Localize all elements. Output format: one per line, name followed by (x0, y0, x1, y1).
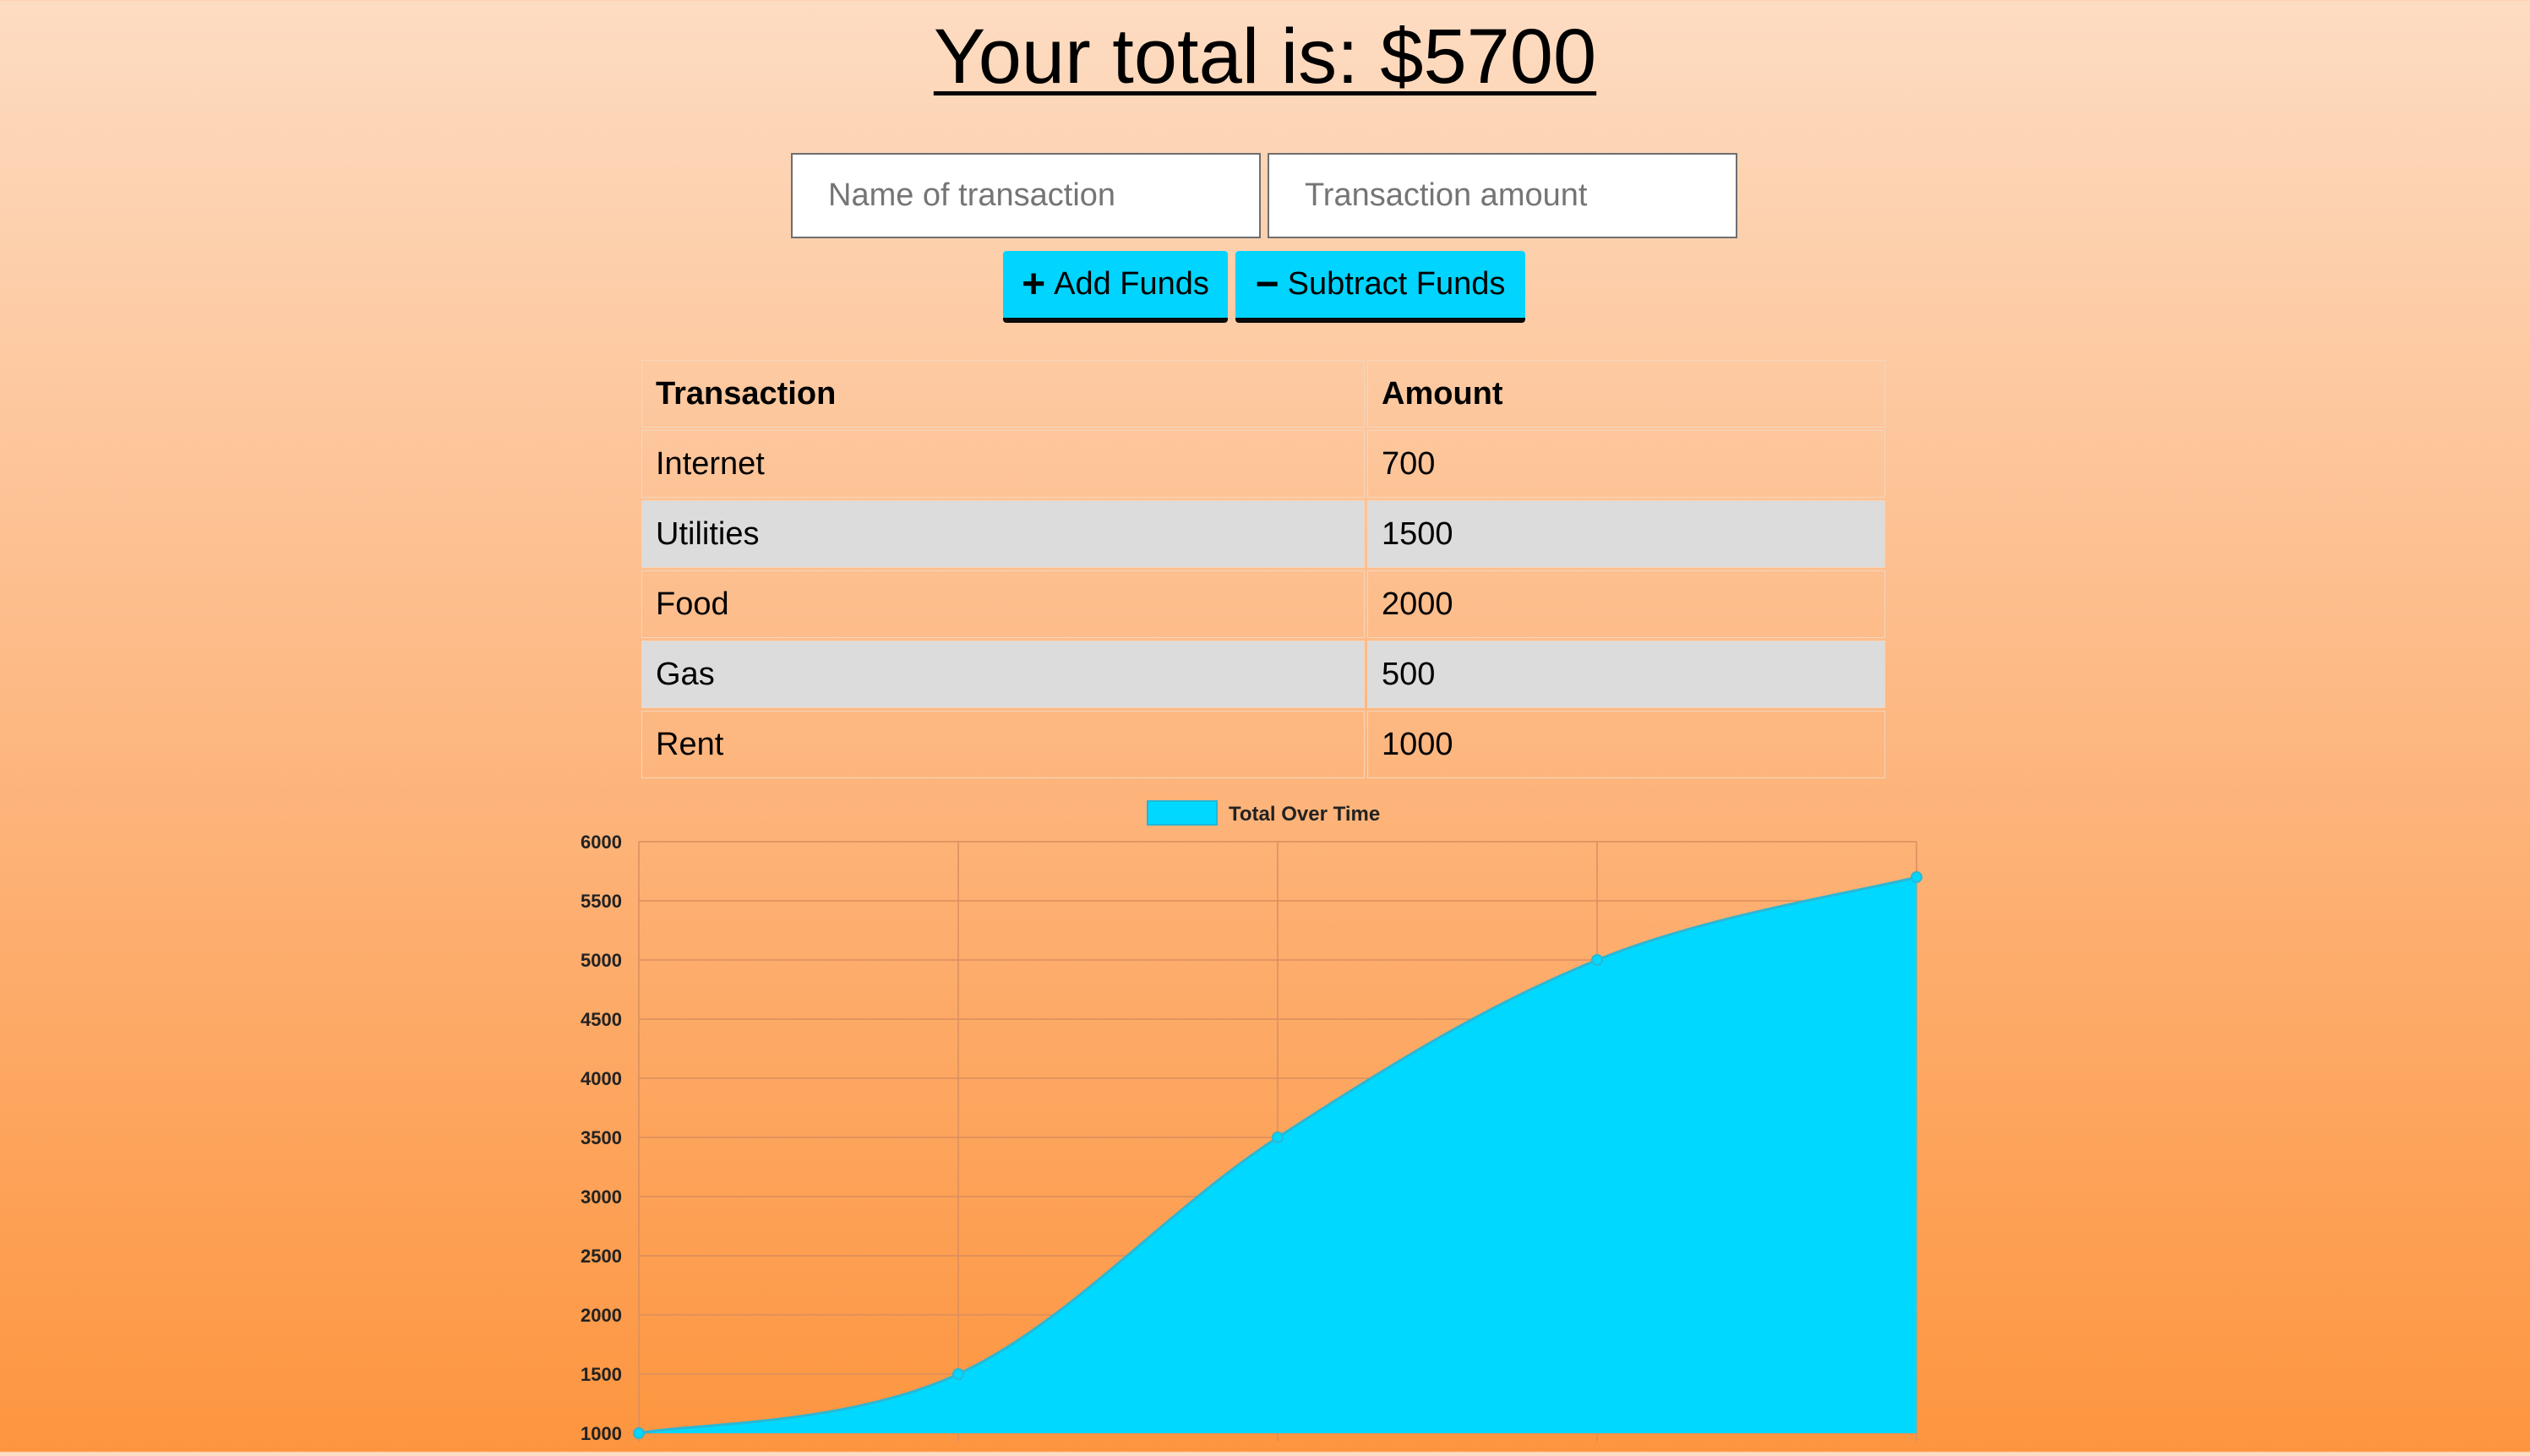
transaction-amount-cell: 700 (1367, 430, 1885, 498)
transaction-amount-cell: 2000 (1367, 570, 1885, 638)
transaction-amount-cell: 1500 (1367, 500, 1885, 568)
transaction-name-cell: Food (641, 570, 1365, 638)
y-tick-label: 5500 (581, 891, 622, 912)
add-funds-button[interactable]: + Add Funds (1003, 251, 1228, 323)
y-tick-label: 1500 (581, 1364, 622, 1385)
legend-label: Total Over Time (1229, 803, 1380, 826)
table-header-row: Transaction Amount (641, 360, 1885, 428)
minus-icon: − (1255, 261, 1279, 307)
chart-y-axis: 6000 5500 5000 4500 4000 3500 3000 2500 2000 1500… (581, 832, 622, 1444)
data-point[interactable] (1272, 1132, 1284, 1143)
y-tick-label: 2000 (581, 1305, 622, 1326)
column-header-amount: Amount (1367, 360, 1885, 428)
total-over-time-chart: 6000 5500 5000 4500 4000 3500 3000 2500 2000 1500… (0, 794, 2530, 1452)
y-tick-label: 1000 (581, 1423, 622, 1444)
plus-icon: + (1022, 261, 1046, 307)
table-row: Internet 700 (641, 430, 1885, 498)
total-heading: Your total is: $5700 (0, 0, 2530, 113)
add-funds-label: Add Funds (1054, 266, 1209, 302)
y-tick-label: 2500 (581, 1246, 622, 1267)
subtract-funds-button[interactable]: − Subtract Funds (1235, 251, 1525, 323)
data-point[interactable] (633, 1427, 645, 1439)
y-tick-label: 3000 (581, 1186, 622, 1208)
transaction-name-cell: Internet (641, 430, 1365, 498)
transaction-name-cell: Gas (641, 641, 1365, 708)
table-row: Rent 1000 (641, 711, 1885, 778)
transaction-name-cell: Utilities (641, 500, 1365, 568)
data-point[interactable] (1911, 871, 1922, 883)
y-tick-label: 4000 (581, 1068, 622, 1089)
table-row: Gas 500 (641, 641, 1885, 708)
column-header-transaction: Transaction (641, 360, 1365, 428)
subtract-funds-label: Subtract Funds (1287, 266, 1506, 302)
table-row: Food 2000 (641, 570, 1885, 638)
y-tick-label: 5000 (581, 950, 622, 971)
transaction-amount-input[interactable] (1268, 153, 1737, 238)
table-row: Utilities 1500 (641, 500, 1885, 568)
transaction-amount-cell: 1000 (1367, 711, 1885, 778)
y-tick-label: 4500 (581, 1009, 622, 1030)
chart-svg: 6000 5500 5000 4500 4000 3500 3000 2500 2000 1500… (581, 800, 1922, 1444)
y-tick-label: 6000 (581, 832, 622, 853)
transactions-table: Transaction Amount Internet 700 Utilitie… (639, 357, 1888, 781)
data-point[interactable] (1591, 954, 1603, 966)
data-point[interactable] (952, 1368, 964, 1380)
chart-legend[interactable]: Total Over Time (1147, 800, 1380, 826)
transaction-name-cell: Rent (641, 711, 1365, 778)
legend-swatch (1147, 800, 1218, 826)
total-text: Your total is: $5700 (933, 14, 1597, 100)
page: Your total is: $5700 + Add Funds − Subtr… (0, 0, 2530, 1452)
transaction-amount-cell: 500 (1367, 641, 1885, 708)
y-tick-label: 3500 (581, 1127, 622, 1148)
transaction-name-input[interactable] (791, 153, 1261, 238)
